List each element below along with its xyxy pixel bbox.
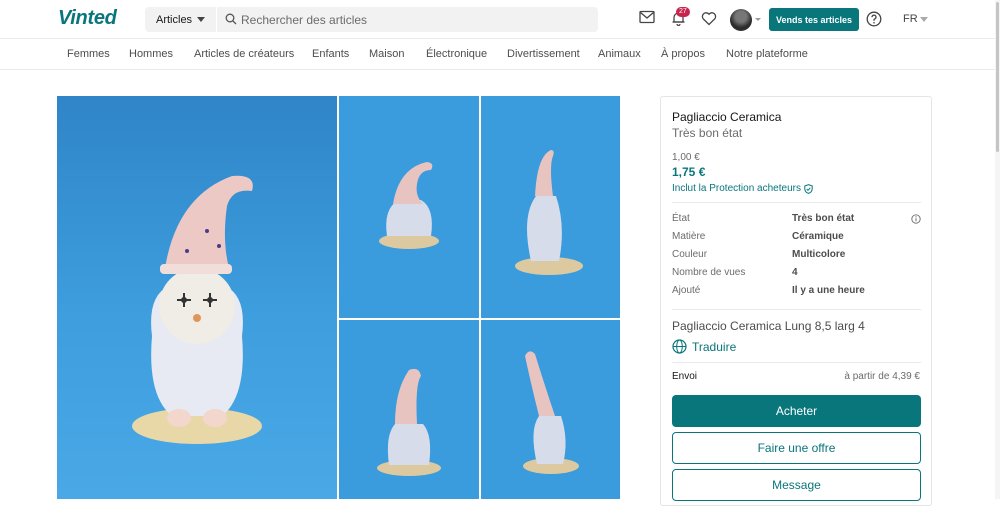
item-condition: Très bon état	[672, 126, 743, 140]
search-input[interactable]	[241, 11, 581, 28]
nav-item-animaux[interactable]: Animaux	[598, 48, 641, 60]
nav-item-femmes[interactable]: Femmes	[67, 48, 110, 60]
language-select[interactable]: FR	[903, 13, 918, 25]
divider	[672, 362, 921, 363]
detail-value-etat: Très bon état	[792, 213, 855, 224]
heart-icon[interactable]	[701, 11, 717, 26]
mail-icon[interactable]	[639, 10, 655, 24]
detail-label-vues: Nombre de vues	[672, 267, 746, 278]
shipping-label: Envoi	[672, 371, 698, 382]
translate-label: Traduire	[692, 339, 737, 354]
nav-item-electronique[interactable]: Électronique	[426, 48, 487, 60]
nav-item-articles-createurs[interactable]: Articles de créateurs	[194, 48, 294, 60]
message-button[interactable]: Message	[672, 469, 921, 501]
detail-label-matiere: Matière	[672, 231, 706, 242]
nav-item-enfants[interactable]: Enfants	[312, 48, 349, 60]
shield-check-icon	[804, 183, 813, 194]
buy-button[interactable]: Acheter	[672, 395, 921, 427]
detail-value-couleur: Multicolore	[792, 249, 846, 260]
detail-label-etat: État	[672, 213, 690, 224]
item-details-panel: Pagliaccio Ceramica Très bon état 1,00 €…	[660, 96, 932, 506]
detail-value-ajoute: Il y a une heure	[792, 285, 865, 296]
language-chevron-down-icon	[920, 17, 928, 22]
nav-item-maison[interactable]: Maison	[369, 48, 404, 60]
photo-thumbnail-3[interactable]	[481, 96, 620, 318]
detail-value-vues: 4	[792, 267, 798, 278]
detail-label-couleur: Couleur	[672, 249, 708, 260]
vinted-logo[interactable]: Vinted	[58, 7, 117, 30]
category-select-label: Articles	[156, 13, 193, 26]
category-select[interactable]: Articles	[145, 7, 217, 32]
chevron-down-icon	[197, 17, 206, 22]
help-icon[interactable]	[866, 11, 882, 27]
avatar[interactable]	[730, 9, 752, 31]
search-icon	[225, 13, 237, 25]
detail-label-ajoute: Ajouté	[672, 285, 701, 296]
notification-badge: 27	[676, 7, 690, 17]
nav-item-hommes[interactable]: Hommes	[129, 48, 173, 60]
category-nav: Femmes Hommes Articles de créateurs Enfa…	[0, 39, 1000, 70]
nav-item-notre-plateforme[interactable]: Notre plateforme	[726, 48, 808, 60]
info-icon[interactable]	[911, 214, 921, 224]
buyer-protection-link[interactable]: Inclut la Protection acheteurs	[672, 183, 813, 194]
make-offer-button[interactable]: Faire une offre	[672, 432, 921, 464]
nav-item-divertissement[interactable]: Divertissement	[507, 48, 580, 60]
detail-value-matiere: Céramique	[792, 231, 844, 242]
main-photo[interactable]	[57, 96, 337, 499]
item-price-with-protection: 1,75 €	[672, 165, 706, 179]
globe-icon	[672, 339, 687, 354]
photo-thumbnail-5[interactable]	[481, 320, 620, 499]
shipping-value: à partir de 4,39 €	[844, 371, 920, 382]
sell-items-button[interactable]: Vends tes articles	[769, 8, 859, 31]
item-price: 1,00 €	[672, 152, 700, 163]
search-bar: Articles	[145, 7, 598, 32]
translate-link[interactable]: Traduire	[672, 339, 736, 354]
avatar-chevron-down-icon	[755, 18, 761, 21]
photo-thumbnail-4[interactable]	[339, 320, 479, 499]
buyer-protection-label: Inclut la Protection acheteurs	[672, 183, 801, 194]
top-header: Vinted Articles 27 Vends tes articles FR	[0, 0, 1000, 39]
divider	[672, 202, 921, 203]
nav-item-a-propos[interactable]: À propos	[661, 48, 705, 60]
scrollbar-thumb[interactable]	[996, 2, 999, 152]
item-description: Pagliaccio Ceramica Lung 8,5 larg 4	[672, 319, 865, 333]
photo-thumbnail-2[interactable]	[339, 96, 479, 318]
item-title: Pagliaccio Ceramica	[672, 110, 782, 124]
divider	[672, 309, 921, 310]
